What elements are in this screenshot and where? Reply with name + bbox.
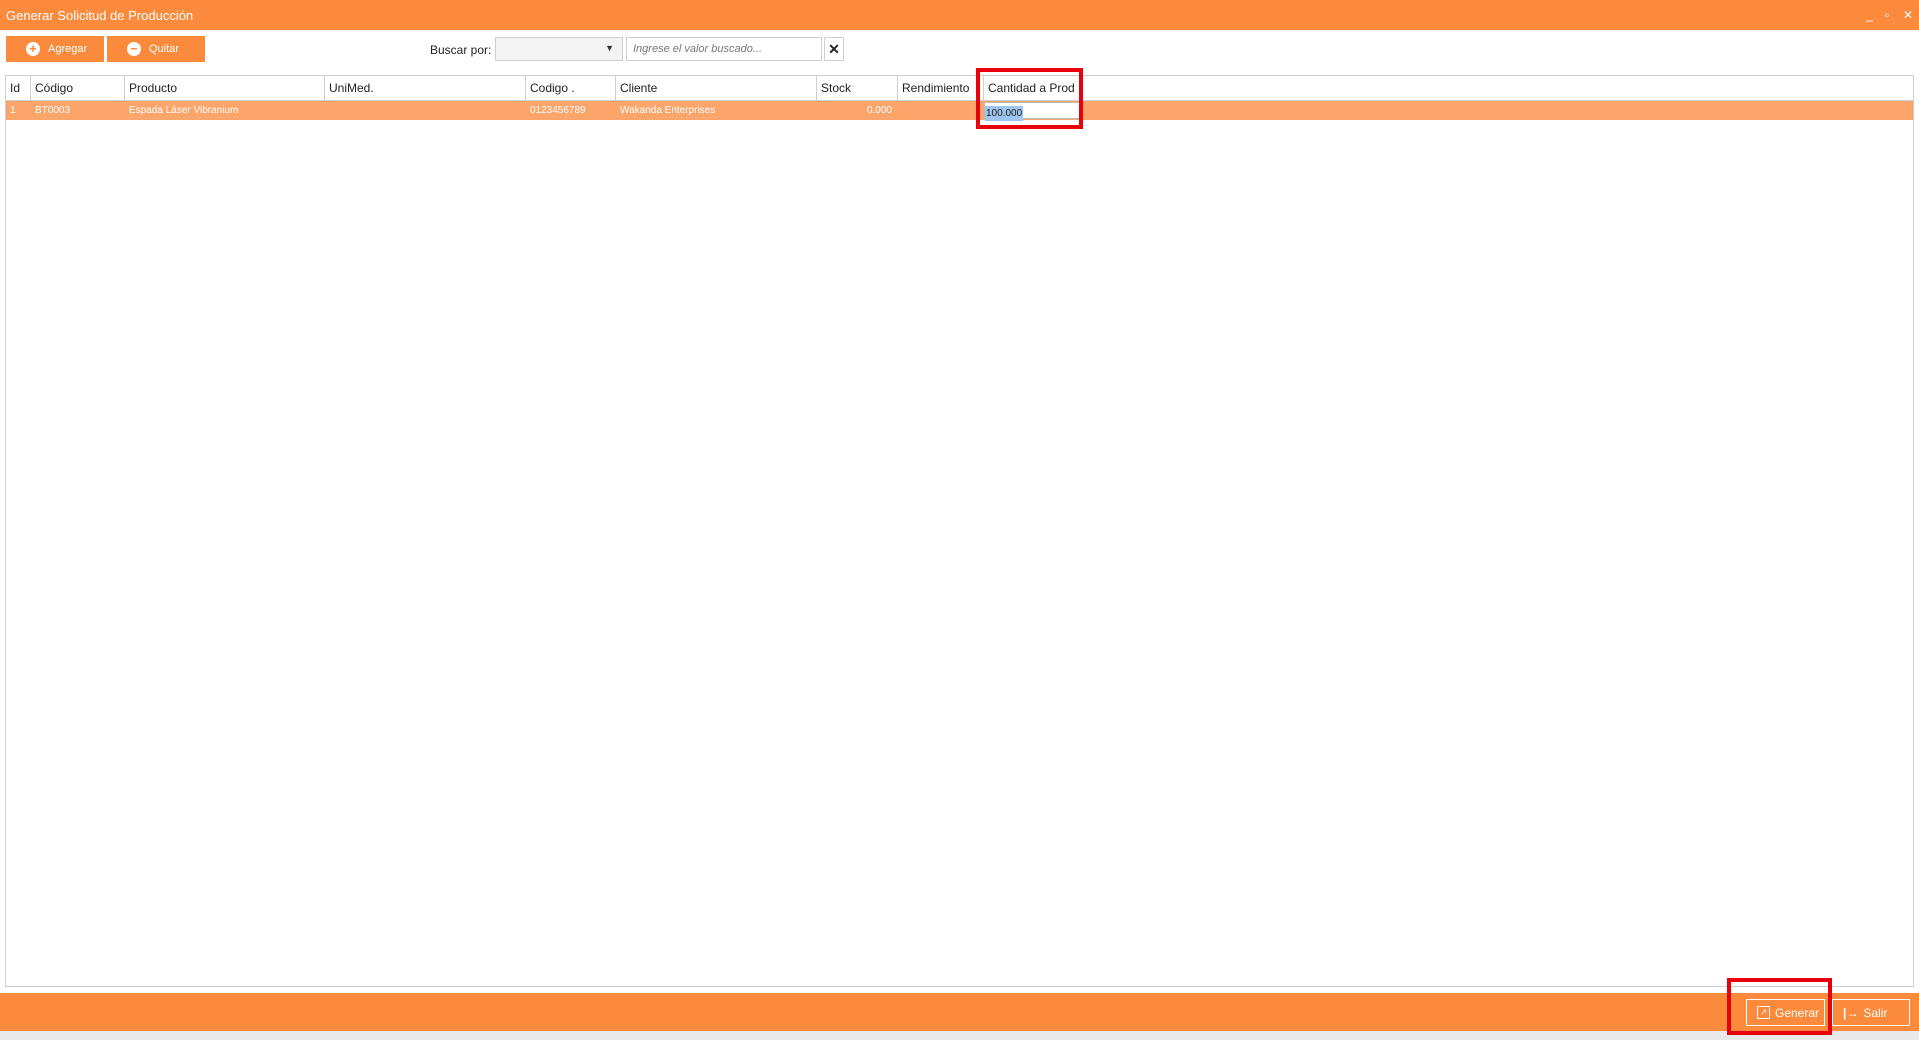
column-header-id[interactable]: Id	[6, 76, 31, 100]
exit-button-label: Salir	[1863, 1005, 1888, 1020]
close-icon: ✕	[828, 41, 840, 57]
close-icon[interactable]: ✕	[1903, 8, 1913, 22]
window-title: Generar Solicitud de Producción	[6, 8, 194, 23]
cell-unimed	[325, 101, 526, 120]
add-button-label: Agregar	[48, 43, 88, 55]
column-header-codigo-cliente[interactable]: Codigo .	[526, 76, 616, 100]
cell-cliente: Wakanda Enterprises	[620, 105, 716, 116]
remove-button-label: Quitar	[149, 43, 179, 55]
cantidad-edit-field[interactable]: 100.000	[984, 102, 1082, 121]
column-header-stock[interactable]: Stock	[817, 76, 898, 100]
exit-button[interactable]: |→ Salir	[1832, 999, 1910, 1026]
search-input[interactable]	[626, 37, 822, 61]
generate-button[interactable]: ↗ Generar	[1746, 999, 1825, 1026]
column-header-unimed[interactable]: UniMed.	[325, 76, 526, 100]
cell-id: 1	[10, 105, 16, 116]
generate-button-label: Generar	[1775, 1005, 1820, 1020]
column-header-cliente[interactable]: Cliente	[616, 76, 817, 100]
cell-codigo: BT0003	[35, 105, 71, 116]
clear-search-button[interactable]: ✕	[824, 37, 844, 61]
cell-rendimiento	[898, 101, 984, 120]
title-bar: Generar Solicitud de Producción _ ▫ ✕	[0, 0, 1919, 30]
footer-bar	[0, 993, 1919, 1031]
search-by-select[interactable]: ▼	[495, 37, 623, 61]
cell-codigo-cliente: 0123456789	[530, 105, 586, 116]
remove-button[interactable]: − Quitar	[107, 36, 205, 62]
column-header-codigo[interactable]: Código	[31, 76, 125, 100]
add-button[interactable]: + Agregar	[6, 36, 104, 62]
column-header-producto[interactable]: Producto	[125, 76, 325, 100]
minus-circle-icon: −	[127, 42, 141, 56]
minimize-icon[interactable]: _	[1866, 8, 1873, 22]
external-link-icon: ↗	[1757, 1006, 1770, 1019]
cantidad-value: 100.000	[985, 106, 1024, 121]
cell-producto: Espada Láser Vibranium	[129, 105, 239, 116]
search-by-label: Buscar por:	[430, 43, 492, 57]
taskbar-strip	[0, 1031, 1919, 1040]
exit-icon: |→	[1843, 1005, 1859, 1020]
products-grid: Id Código Producto UniMed. Codigo . Clie…	[5, 75, 1914, 987]
cell-stock: 0.000	[866, 105, 892, 116]
plus-circle-icon: +	[26, 42, 40, 56]
chevron-down-icon: ▼	[605, 43, 614, 53]
column-header-rendimiento[interactable]: Rendimiento	[898, 76, 984, 100]
restore-icon[interactable]: ▫	[1885, 8, 1889, 22]
grid-header: Id Código Producto UniMed. Codigo . Clie…	[6, 76, 1913, 101]
table-row[interactable]: 1 BT0003 Espada Láser Vibranium 01234567…	[6, 101, 1913, 121]
column-header-cantidad[interactable]: Cantidad a Prod	[984, 76, 1082, 100]
